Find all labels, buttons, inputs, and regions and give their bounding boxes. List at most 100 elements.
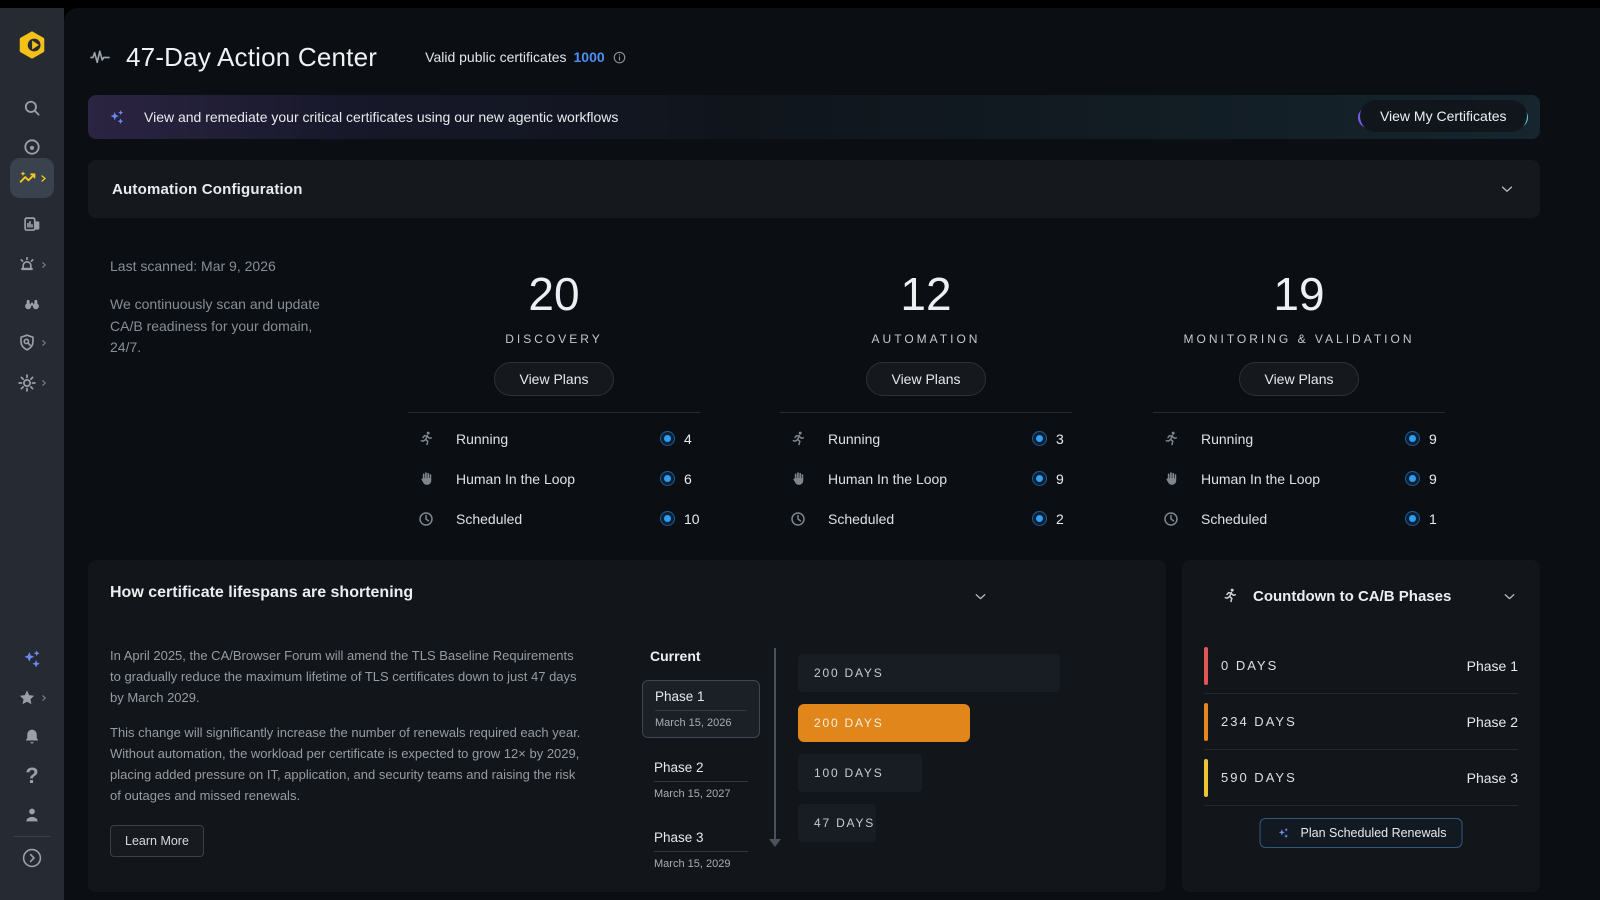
timeline-arrow [769, 648, 781, 848]
app-window: ? 47-Day Action Center Valid public cert… [0, 0, 1600, 900]
lifespan-bar-current: 200 DAYS [798, 654, 1060, 692]
stat-row: Running 3 [780, 419, 1072, 459]
automation-configuration-title: Automation Configuration [112, 181, 303, 198]
expand-sidebar-icon[interactable] [0, 840, 64, 876]
waveform-icon [88, 45, 112, 69]
current-label: Current [650, 648, 776, 664]
learn-more-button[interactable]: Learn More [110, 825, 204, 857]
lifespans-paragraph-2: This change will significantly increase … [110, 723, 582, 806]
status-dot [1032, 511, 1047, 526]
stat-label: AUTOMATION [872, 332, 981, 346]
status-dot [1405, 511, 1420, 526]
chevron-down-icon[interactable] [972, 588, 989, 610]
plan-scheduled-renewals-button[interactable]: Plan Scheduled Renewals [1260, 818, 1463, 848]
running-icon [1161, 429, 1183, 449]
stat-count: 12 [900, 270, 951, 320]
phase-item-2[interactable]: Phase 2 March 15, 2027 [642, 752, 760, 808]
binoculars-icon[interactable] [0, 286, 64, 322]
view-plans-button[interactable]: View Plans [1239, 362, 1358, 396]
automation-stats-section: Last scanned: Mar 9, 2026 We continuousl… [88, 218, 1540, 560]
chevron-down-icon[interactable] [1501, 588, 1518, 610]
chevron-right-icon [40, 379, 48, 387]
sparkles-icon [1276, 825, 1292, 841]
running-icon [788, 429, 810, 449]
countdown-rows: 0 DAYS Phase 1 234 DAYS Phase 2 590 DAYS… [1204, 638, 1518, 806]
running-icon [416, 429, 438, 449]
lifespans-card: How certificate lifespans are shortening… [88, 560, 1166, 892]
reports-icon[interactable] [0, 207, 64, 243]
stat-row: Scheduled 2 [780, 499, 1072, 539]
lifespans-card-title: How certificate lifespans are shortening [110, 584, 413, 602]
phase-accent-bar [1204, 759, 1208, 797]
last-scanned-text: Last scanned: Mar 9, 2026 [110, 258, 330, 274]
phase-accent-bar [1204, 647, 1208, 685]
bell-icon[interactable] [0, 719, 64, 755]
stat-count: 19 [1273, 270, 1324, 320]
lifespans-description: In April 2025, the CA/Browser Forum will… [110, 646, 582, 857]
bottom-cards-row: How certificate lifespans are shortening… [88, 560, 1540, 892]
stat-label: MONITORING & VALIDATION [1183, 332, 1414, 346]
status-dot [660, 471, 675, 486]
countdown-row-phase-2: 234 DAYS Phase 2 [1204, 694, 1518, 750]
stat-row: Human In the Loop 9 [1153, 459, 1445, 499]
favorites-star-icon[interactable] [0, 680, 64, 716]
scan-description: We continuously scan and update CA/B rea… [110, 294, 330, 359]
divider [1153, 412, 1445, 413]
stat-row: Human In the Loop 6 [408, 459, 700, 499]
main-panel: 47-Day Action Center Valid public certif… [64, 8, 1600, 900]
sparkles-icon [106, 106, 128, 128]
alerts-siren-icon[interactable] [0, 247, 64, 283]
stat-row: Human In the Loop 9 [780, 459, 1072, 499]
chevron-down-icon[interactable] [1498, 180, 1516, 198]
view-plans-button[interactable]: View Plans [494, 362, 613, 396]
inspection-shield-icon[interactable] [0, 325, 64, 361]
clock-icon [416, 509, 438, 529]
countdown-row-phase-1: 0 DAYS Phase 1 [1204, 638, 1518, 694]
stat-count: 20 [528, 270, 579, 320]
banner-message: View and remediate your critical certifi… [144, 109, 618, 125]
status-dot [1032, 431, 1047, 446]
countdown-title: Countdown to CA/B Phases [1253, 588, 1451, 605]
divider [408, 412, 700, 413]
chevron-right-icon [40, 694, 48, 702]
agentic-workflows-banner: View and remediate your critical certifi… [88, 95, 1540, 139]
lifespans-paragraph-1: In April 2025, the CA/Browser Forum will… [110, 646, 582, 708]
search-icon[interactable] [0, 90, 64, 126]
certificates-count-link[interactable]: 1000 [574, 49, 605, 65]
phase-accent-bar [1204, 703, 1208, 741]
trend-sparkle-icon [17, 167, 39, 189]
gear-icon[interactable] [0, 365, 64, 401]
stat-row: Running 4 [408, 419, 700, 459]
info-icon[interactable] [612, 50, 627, 65]
stat-label: DISCOVERY [505, 332, 602, 346]
stat-column-monitoring: 19 MONITORING & VALIDATION View Plans [1153, 270, 1445, 539]
chevron-right-icon [39, 174, 48, 183]
status-dot [660, 511, 675, 526]
status-dot [1405, 431, 1420, 446]
ai-sparkles-icon[interactable] [0, 641, 64, 677]
clock-icon [1161, 509, 1183, 529]
page-header: 47-Day Action Center Valid public certif… [88, 38, 627, 76]
certificates-summary: Valid public certificates 1000 [425, 49, 627, 65]
account-user-icon[interactable] [0, 797, 64, 833]
stat-column-discovery: 20 DISCOVERY View Plans Running [408, 270, 700, 539]
phase-item-1[interactable]: Phase 1 March 15, 2026 [642, 680, 760, 738]
chevron-right-icon [40, 261, 48, 269]
scan-info: Last scanned: Mar 9, 2026 We continuousl… [110, 258, 330, 359]
view-my-certificates-button[interactable]: View My Certificates [1358, 107, 1528, 128]
help-icon[interactable]: ? [0, 758, 64, 794]
countdown-header: Countdown to CA/B Phases [1220, 586, 1451, 606]
chevron-right-icon [40, 339, 48, 347]
sidebar-divider [14, 836, 50, 837]
brand-logo-icon[interactable] [0, 27, 64, 63]
clock-icon [788, 509, 810, 529]
sidebar-item-action-center[interactable] [10, 158, 54, 198]
phase-item-3[interactable]: Phase 3 March 15, 2029 [642, 822, 760, 878]
certificates-label: Valid public certificates [425, 49, 566, 65]
stat-row: Scheduled 1 [1153, 499, 1445, 539]
divider [780, 412, 1072, 413]
lifespan-bar-phase-3: 47 DAYS [798, 804, 876, 842]
view-plans-button[interactable]: View Plans [866, 362, 985, 396]
status-dot [1405, 471, 1420, 486]
countdown-card: Countdown to CA/B Phases 0 DAYS Phase 1 … [1182, 560, 1540, 892]
